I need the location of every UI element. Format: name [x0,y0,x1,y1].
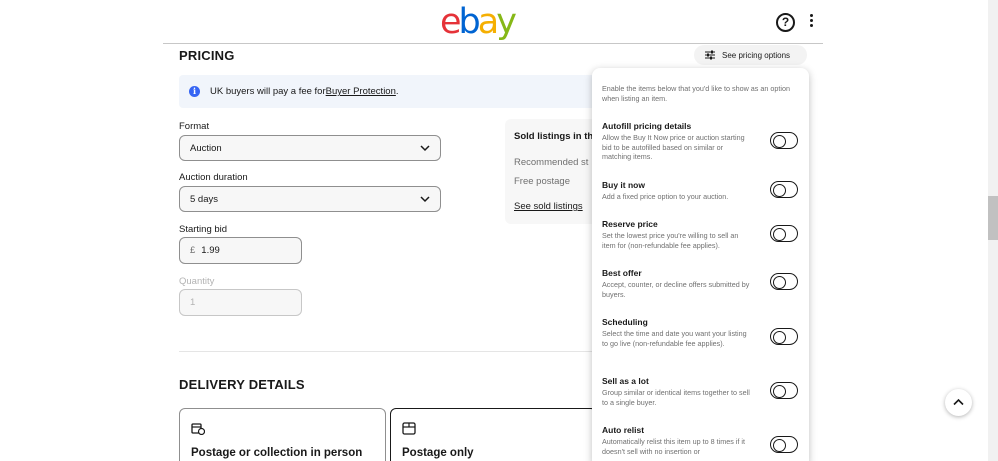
option-description: Add a fixed price option to your auction… [602,192,729,201]
option-description: Group similar or identical items togethe… [602,388,750,407]
toggle-sell-as-lot[interactable] [770,382,798,399]
popover-intro: Enable the items below that you'd like t… [602,84,790,103]
quantity-label: Quantity [179,276,215,287]
header-divider [163,43,823,44]
chevron-down-icon [420,196,430,203]
info-icon: i [189,86,200,97]
free-postage-text: Free postage [514,176,570,187]
currency-symbol: £ [190,245,196,256]
option-title: Sell as a lot [602,376,649,386]
buyer-protection-link[interactable]: Buyer Protection [326,86,396,97]
buyer-protection-notice: i UK buyers will pay a fee for Buyer Pro… [179,75,599,108]
top-header: ebay ? [0,0,998,44]
quantity-value: 1 [190,297,196,308]
format-select[interactable]: Auction [179,135,441,161]
format-label: Format [179,121,210,132]
option-description: Allow the Buy It Now price or auction st… [602,133,745,162]
toggle-auto-relist[interactable] [770,436,798,453]
option-description: Accept, counter, or decline offers submi… [602,280,750,299]
auction-duration-label: Auction duration [179,172,248,183]
package-icon [402,422,416,435]
toggle-best-offer[interactable] [770,273,798,290]
option-title: Autofill pricing details [602,121,692,131]
more-options-icon[interactable] [805,12,817,32]
chevron-up-icon [953,398,964,406]
chevron-down-icon [420,145,430,152]
package-pin-icon [191,423,205,435]
option-description: Set the lowest price you're willing to s… [602,231,739,250]
pricing-options-popover: Enable the items below that you'd like t… [592,68,809,461]
sold-listings-card: Sold listings in the Recommended st Free… [505,119,600,224]
ebay-logo[interactable]: ebay [440,3,517,41]
delivery-option-label: Postage or collection in person [191,447,363,459]
toggle-scheduling[interactable] [770,328,798,345]
see-pricing-options-label: See pricing options [722,50,791,60]
delivery-option-label: Postage only [402,447,474,459]
auction-duration-value: 5 days [190,193,218,205]
notice-prefix: UK buyers will pay a fee for [210,86,326,97]
notice-suffix: . [395,86,399,97]
toggle-autofill-pricing[interactable] [770,132,798,149]
option-title: Scheduling [602,317,648,327]
option-scheduling: Scheduling Select the time and date you … [602,317,799,348]
option-title: Reserve price [602,219,658,229]
sliders-icon [705,50,715,60]
option-title: Auto relist [602,425,645,435]
starting-bid-input[interactable]: £ 1.99 [179,237,302,264]
delivery-option-postage-or-collection[interactable]: Postage or collection in person [179,408,386,461]
see-pricing-options-button[interactable]: See pricing options [694,45,807,65]
option-auto-relist: Auto relist Automatically relist this it… [602,425,799,456]
delivery-option-postage-only[interactable]: Postage only [390,408,597,461]
delivery-title: DELIVERY DETAILS [179,377,305,392]
help-icon[interactable]: ? [776,13,795,32]
back-to-top-button[interactable] [945,389,972,416]
recommended-text: Recommended st [514,157,589,168]
quantity-input: 1 [179,289,302,316]
option-description: Automatically relist this item up to 8 t… [602,437,745,456]
format-value: Auction [190,142,222,154]
pricing-title: PRICING [179,48,235,63]
starting-bid-label: Starting bid [179,224,228,235]
option-description: Select the time and date you want your l… [602,329,747,348]
see-sold-listings-link[interactable]: See sold listings [514,201,583,212]
auction-duration-select[interactable]: 5 days [179,186,441,212]
sold-listings-title: Sold listings in the [514,131,599,142]
section-divider [179,351,599,352]
option-title: Best offer [602,268,642,278]
toggle-reserve-price[interactable] [770,225,798,242]
scrollbar-thumb[interactable] [988,196,998,240]
starting-bid-value: 1.99 [201,245,220,256]
toggle-buy-it-now[interactable] [770,181,798,198]
